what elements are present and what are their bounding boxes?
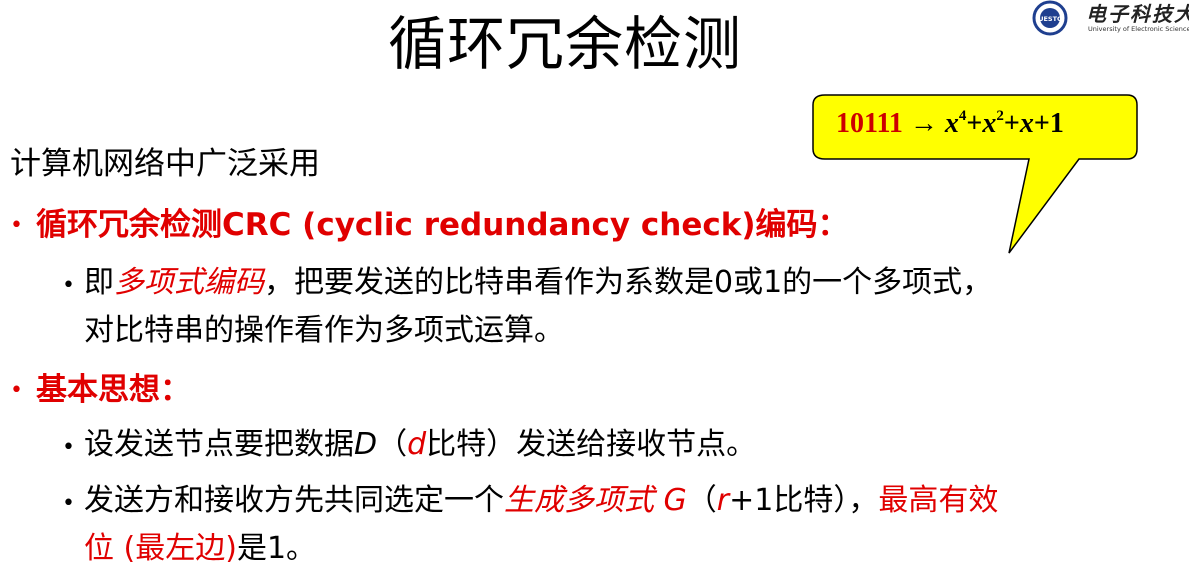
generator-polynomial-term: 生成多项式 G (504, 483, 687, 518)
bullet-crc: 循环冗余检测CRC (cyclic redundancy check)编码： (36, 207, 849, 243)
intro-text: 计算机网络中广泛采用 (10, 146, 320, 182)
logo-english-name: University of Electronic Science and Tec… (1088, 25, 1189, 33)
sub-bullet-generator: 发送方和接收方先共同选定一个生成多项式 G（r+1比特），最高有效 (84, 483, 999, 518)
university-logo: UESTC 电子科技大 University of Electronic Sci… (1028, 0, 1189, 36)
logo-calligraphy: 电子科技大 (1086, 2, 1189, 26)
sub-bullet-marker: • (62, 435, 75, 460)
arrow-icon: → (909, 108, 938, 139)
sub-bullet-polynomial-line2: 对比特串的操作看作为多项式运算。 (84, 313, 564, 348)
sub-bullet-marker: • (62, 491, 75, 516)
bullet-marker: • (10, 378, 23, 403)
sub-bullet-send-data: 设发送节点要把数据D（d比特）发送给接收节点。 (84, 427, 757, 462)
sub-bullet-marker: • (62, 273, 75, 298)
bit-string: 10111 (836, 108, 903, 139)
bullet-marker: • (10, 213, 23, 238)
seal-icon: UESTC (1032, 0, 1068, 36)
seal-text: UESTC (1038, 15, 1062, 23)
sub-bullet-generator-line2: 位 (最左边)是1。 (84, 531, 317, 566)
polynomial-example: 10111 → x4+x2+x+1 (836, 108, 1064, 139)
sub-bullet-polynomial: 即多项式编码，把要发送的比特串看作为系数是0或1的一个多项式， (84, 265, 993, 300)
slide-title: 循环冗余检测 (387, 10, 742, 78)
bullet-basic-idea: 基本思想： (36, 372, 191, 408)
polynomial-code-term: 多项式编码 (114, 265, 264, 300)
